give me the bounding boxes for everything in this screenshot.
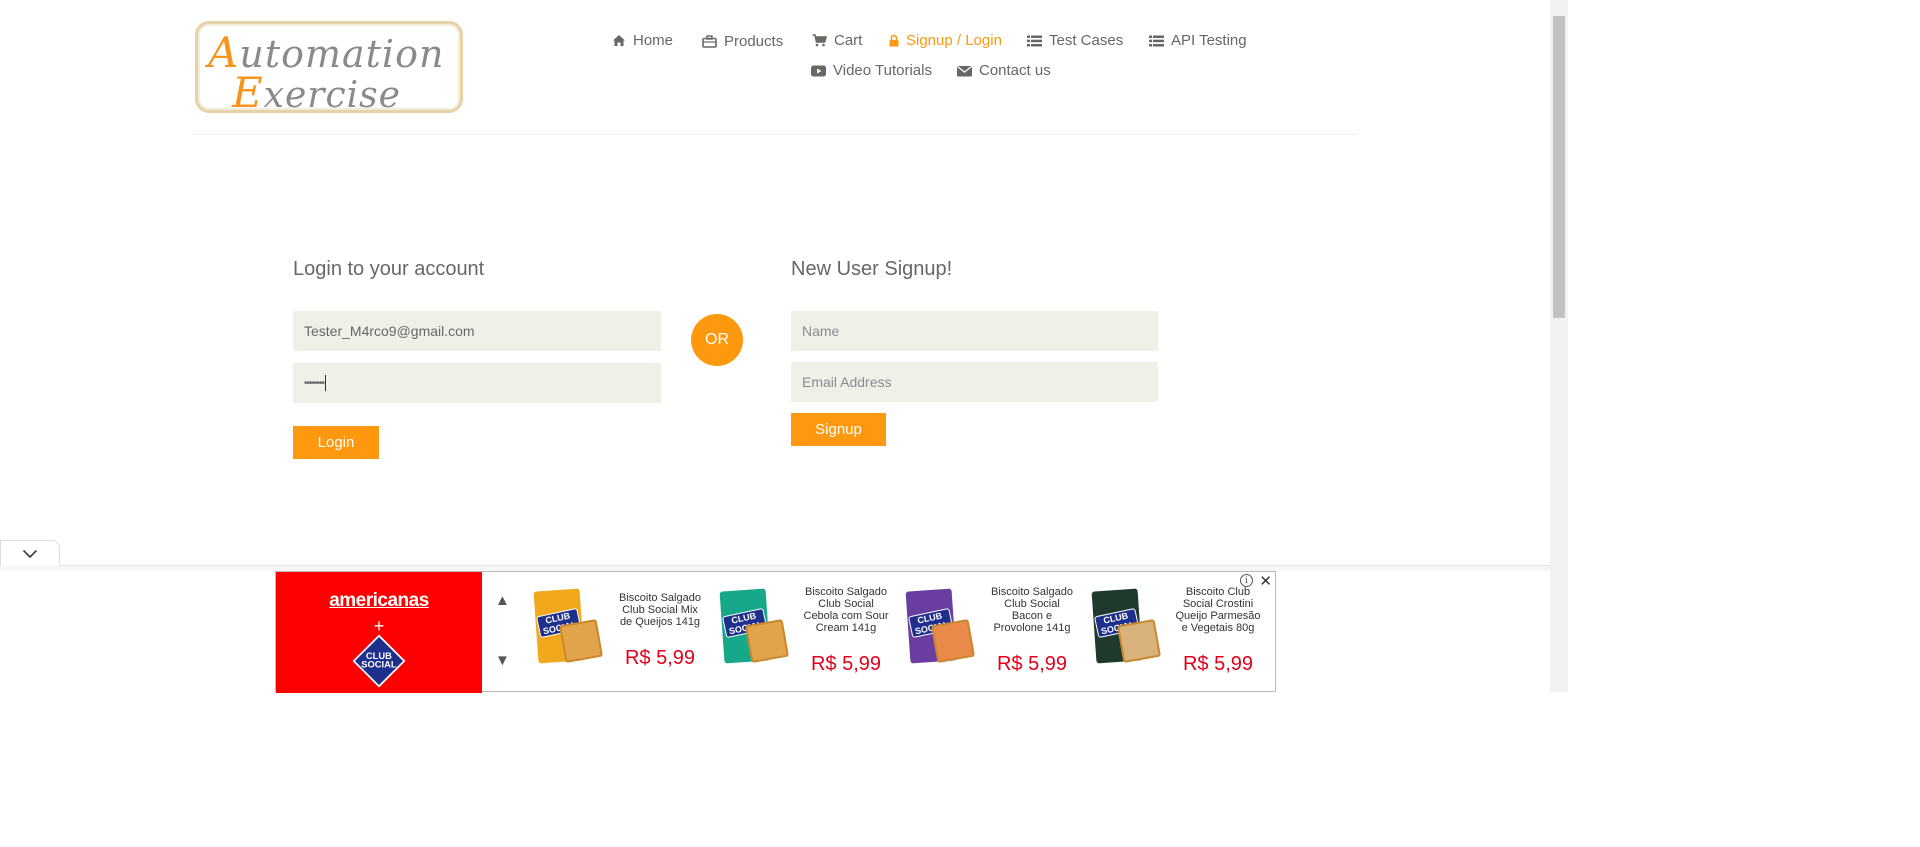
nav-test-cases[interactable]: Test Cases bbox=[1027, 32, 1123, 49]
club-social-logo: CLUB SOCIAL bbox=[352, 634, 406, 688]
ad-scroll-down-arrow[interactable]: ▼ bbox=[495, 652, 510, 669]
nav-contact-us[interactable]: Contact us bbox=[957, 62, 1051, 79]
password-mask: •••••••• bbox=[304, 377, 325, 389]
nav-cart-label: Cart bbox=[834, 32, 863, 49]
nav-test-cases-label: Test Cases bbox=[1049, 32, 1124, 49]
ad-product[interactable]: CLUB SOCIAL Biscoito Salgado Club Social… bbox=[898, 572, 1084, 693]
youtube-play-icon bbox=[811, 65, 826, 76]
ad-product-name: Biscoito Salgado Club Social Cebola com … bbox=[803, 586, 889, 634]
club-social-logo-text: CLUB SOCIAL bbox=[361, 651, 397, 671]
nav-api-testing-label: API Testing bbox=[1171, 32, 1247, 49]
nav-video-tutorials-label: Video Tutorials bbox=[833, 62, 932, 79]
nav-home-label: Home bbox=[633, 32, 674, 49]
login-password-field[interactable]: •••••••• bbox=[293, 363, 661, 403]
ad-product-name: Biscoito Salgado Club Social Mix de Quei… bbox=[619, 592, 701, 628]
header-divider bbox=[193, 134, 1357, 135]
ad-product-name: Biscoito Club Social Crostini Queijo Par… bbox=[1175, 586, 1261, 634]
login-email-field[interactable]: Tester_M4rco9@gmail.com bbox=[293, 311, 661, 351]
scrollbar-thumb[interactable] bbox=[1553, 16, 1565, 318]
ad-product[interactable]: CLUB SOCIAL Biscoito Salgado Club Social… bbox=[712, 572, 898, 693]
ad-product-price: R$ 5,99 bbox=[810, 653, 882, 675]
nav-video-tutorials[interactable]: Video Tutorials bbox=[811, 62, 932, 79]
logo-line-2: Exercise bbox=[232, 68, 401, 117]
login-button[interactable]: Login bbox=[293, 426, 379, 459]
signup-email-field[interactable] bbox=[791, 362, 1158, 402]
nav-api-testing[interactable]: API Testing bbox=[1149, 32, 1247, 49]
ad-brand-name: americanas bbox=[329, 590, 429, 611]
cracker-image bbox=[930, 618, 976, 664]
ad-banner[interactable]: americanas + CLUB SOCIAL ▲ ▼ CLUB SOCIAL… bbox=[275, 571, 1276, 693]
cart-icon bbox=[812, 34, 827, 47]
text-cursor bbox=[325, 375, 327, 391]
nav-products[interactable]: Products bbox=[702, 33, 783, 50]
signup-button[interactable]: Signup bbox=[791, 413, 886, 446]
cracker-image bbox=[1116, 618, 1162, 664]
ad-product-price: R$ 5,99 bbox=[1182, 653, 1254, 675]
ad-brand-panel[interactable]: americanas + CLUB SOCIAL bbox=[276, 572, 482, 693]
list-icon bbox=[1027, 35, 1042, 46]
signup-title: New User Signup! bbox=[791, 258, 953, 280]
list-icon bbox=[1149, 35, 1164, 46]
nav-home[interactable]: Home bbox=[612, 32, 673, 49]
nav-cart[interactable]: Cart bbox=[812, 32, 862, 49]
nav-signup-login[interactable]: Signup / Login bbox=[889, 32, 1002, 49]
login-title: Login to your account bbox=[293, 258, 485, 280]
nav-contact-us-label: Contact us bbox=[979, 62, 1051, 79]
ad-info-icon[interactable]: i bbox=[1240, 574, 1253, 587]
signup-name-field[interactable] bbox=[791, 311, 1158, 351]
ad-product-name: Biscoito Salgado Club Social Bacon e Pro… bbox=[991, 586, 1073, 634]
briefcase-icon bbox=[702, 35, 717, 48]
home-icon bbox=[613, 35, 625, 46]
lock-icon bbox=[889, 34, 899, 47]
or-badge: OR bbox=[691, 314, 743, 366]
ad-scroll-up-arrow[interactable]: ▲ bbox=[495, 592, 510, 609]
nav-signup-login-label: Signup / Login bbox=[906, 32, 1002, 49]
ad-product[interactable]: CLUB SOCIAL Biscoito Salgado Club Social… bbox=[526, 572, 712, 693]
nav-products-label: Products bbox=[724, 33, 784, 50]
ad-close-icon[interactable]: ✕ bbox=[1259, 572, 1272, 590]
envelope-icon bbox=[957, 65, 972, 76]
ad-collapse-tab[interactable] bbox=[0, 540, 60, 566]
ad-product-price: R$ 5,99 bbox=[996, 653, 1068, 675]
ad-product-price: R$ 5,99 bbox=[624, 647, 696, 669]
site-logo[interactable]: Automation Exercise bbox=[195, 21, 463, 117]
chevron-down-icon bbox=[22, 549, 38, 558]
page-scrollbar[interactable] bbox=[1550, 0, 1568, 692]
cracker-image bbox=[558, 618, 604, 664]
ad-product[interactable]: CLUB SOCIAL Biscoito Club Social Crostin… bbox=[1084, 572, 1270, 693]
cracker-image bbox=[744, 618, 790, 664]
